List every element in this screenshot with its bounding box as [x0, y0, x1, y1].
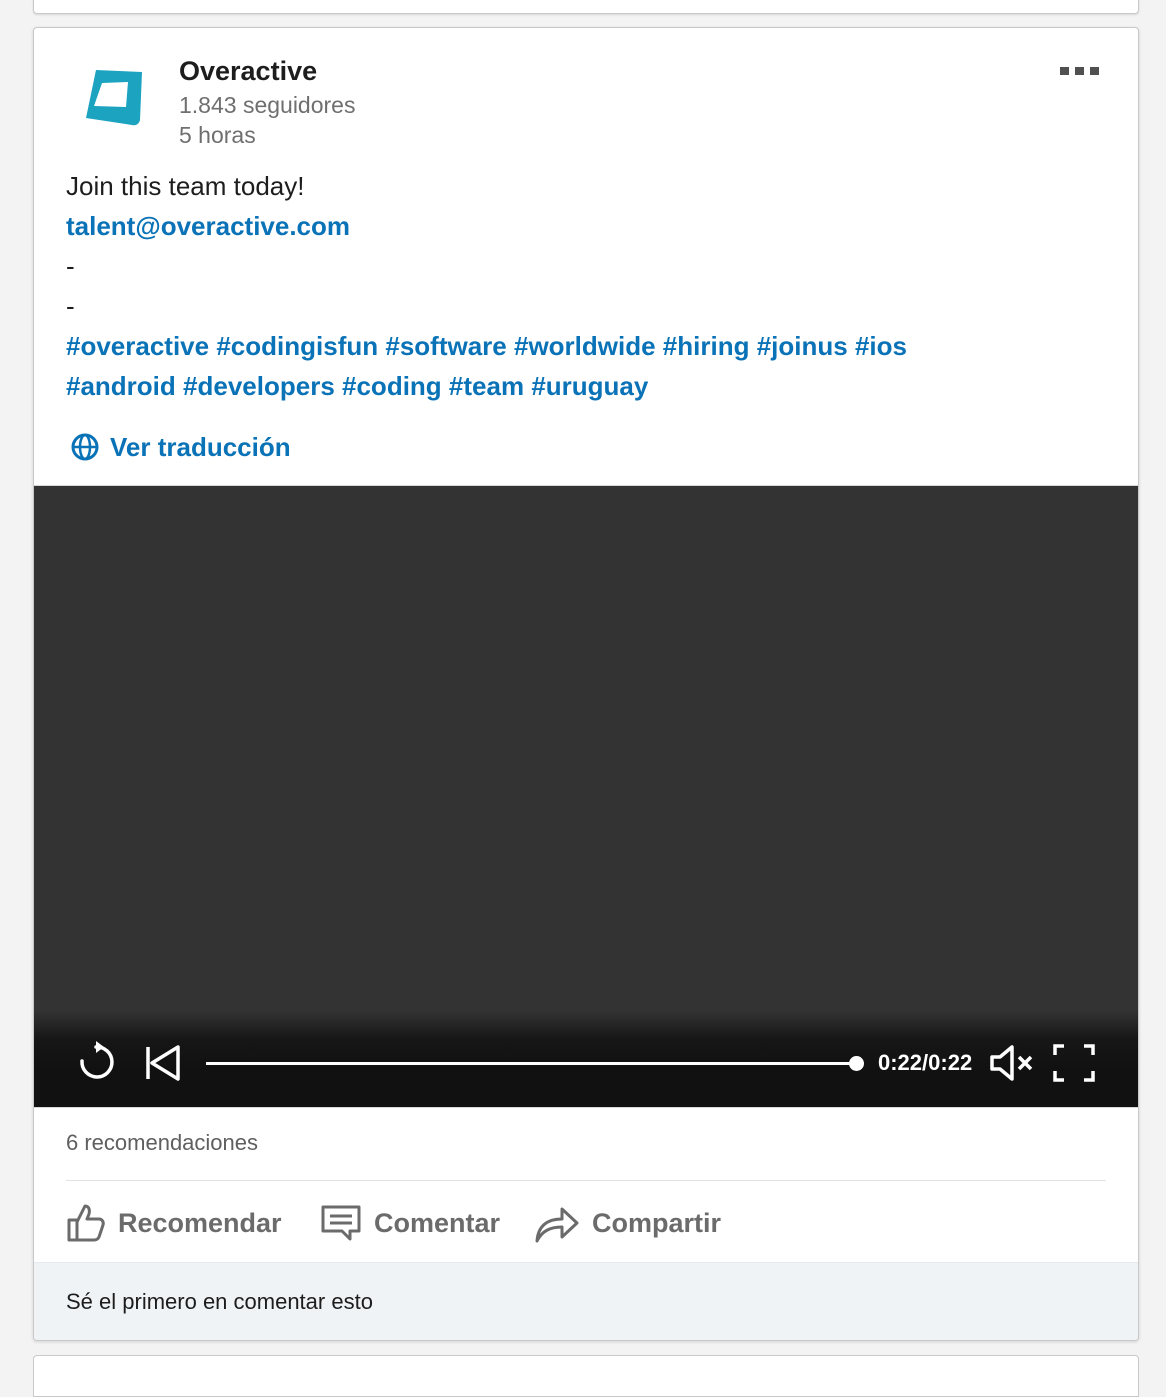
share-arrow-icon: [535, 1207, 579, 1243]
hashtag-link[interactable]: #hiring: [663, 331, 750, 361]
globe-icon: [71, 433, 99, 461]
hashtag-link[interactable]: #ios: [855, 331, 907, 361]
comment-prompt-bar[interactable]: Sé el primero en comentar esto: [34, 1262, 1138, 1340]
video-controls-bar: 0:22/0:22: [34, 1011, 1138, 1107]
video-progress-slider[interactable]: [206, 1056, 864, 1071]
more-options-button[interactable]: [1054, 58, 1104, 84]
share-label: Compartir: [592, 1207, 722, 1238]
feed-post-card: Overactive 1.843 seguidores 5 horas Join…: [33, 27, 1139, 1341]
more-horizontal-icon: [1074, 67, 1084, 75]
recommend-label: Recomendar: [118, 1207, 282, 1238]
company-name[interactable]: Overactive: [179, 56, 317, 87]
next-post-card: [33, 1355, 1139, 1397]
previous-post-card: [33, 0, 1139, 14]
follower-count: 1.843 seguidores: [179, 92, 356, 118]
hashtag-link[interactable]: #overactive: [66, 331, 209, 361]
hashtag-link[interactable]: #worldwide: [514, 331, 656, 361]
hashtag-link[interactable]: #codingisfun: [216, 331, 378, 361]
company-logo[interactable]: [82, 66, 148, 132]
share-button[interactable]: Compartir: [534, 1198, 721, 1248]
progress-thumb[interactable]: [849, 1056, 864, 1071]
hashtag-link[interactable]: #joinus: [757, 331, 848, 361]
fullscreen-icon: [1053, 1044, 1095, 1082]
post-text-line: Join this team today!: [66, 171, 305, 201]
post-text-line: -: [66, 291, 75, 321]
translate-label: Ver traducción: [110, 431, 291, 462]
more-horizontal-icon: [1089, 67, 1099, 75]
comment-prompt[interactable]: Sé el primero en comentar esto: [66, 1289, 373, 1315]
hashtag-link[interactable]: #software: [385, 331, 506, 361]
hashtag-link[interactable]: #developers: [183, 371, 335, 401]
hashtag-link[interactable]: #uruguay: [531, 371, 648, 401]
more-horizontal-icon: [1059, 67, 1069, 75]
thumbs-up-icon: [67, 1204, 105, 1242]
hashtag-link[interactable]: #android: [66, 371, 176, 401]
previous-button[interactable]: [144, 1041, 184, 1085]
comment-icon: [321, 1205, 361, 1241]
translate-button[interactable]: Ver traducción: [70, 429, 291, 465]
overactive-logo-icon: [86, 70, 142, 126]
recommend-button[interactable]: Recomendar: [66, 1198, 282, 1248]
reactions-count[interactable]: 6 recomendaciones: [66, 1130, 258, 1156]
replay-icon: [80, 1041, 114, 1079]
mute-toggle-button[interactable]: [988, 1043, 1036, 1083]
hashtag-link[interactable]: #coding: [342, 371, 442, 401]
skip-back-icon: [146, 1045, 180, 1081]
video-time: 0:22/0:22: [878, 1050, 973, 1075]
hashtag-link[interactable]: #team: [449, 371, 524, 401]
post-text-line: -: [66, 251, 75, 281]
hashtag-list: #overactive #codingisfun #software #worl…: [66, 326, 1106, 406]
divider: [66, 1180, 1106, 1181]
fullscreen-button[interactable]: [1052, 1043, 1096, 1083]
replay-button[interactable]: [76, 1041, 118, 1085]
post-timestamp: 5 horas: [179, 122, 256, 148]
email-link[interactable]: talent@overactive.com: [66, 206, 350, 246]
video-player[interactable]: 0:22/0:22: [34, 485, 1138, 1108]
comment-button[interactable]: Comentar: [320, 1198, 500, 1248]
volume-muted-icon: [990, 1045, 1033, 1081]
progress-fill: [206, 1062, 856, 1065]
comment-label: Comentar: [374, 1207, 501, 1238]
